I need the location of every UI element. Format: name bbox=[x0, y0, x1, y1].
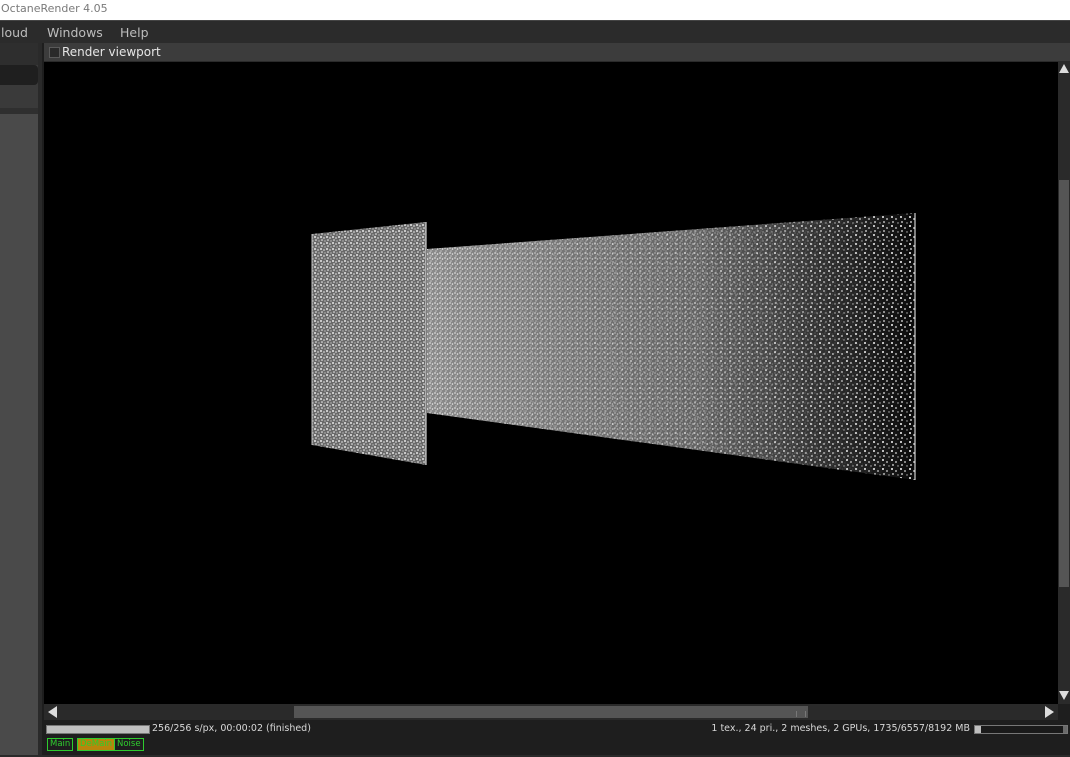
render-stats-text: 1 tex., 24 pri., 2 meshes, 2 GPUs, 1735/… bbox=[711, 723, 970, 734]
point-cloud-render bbox=[311, 213, 916, 480]
render-viewport[interactable] bbox=[44, 62, 1058, 704]
menu-windows[interactable]: Windows bbox=[47, 21, 103, 44]
viewport-title: Render viewport bbox=[62, 45, 161, 59]
scroll-right-icon[interactable] bbox=[1045, 706, 1054, 718]
memory-free-fill bbox=[1063, 726, 1067, 733]
render-progress-bar bbox=[46, 725, 150, 734]
scroll-down-icon[interactable] bbox=[1059, 691, 1069, 700]
memory-used-fill bbox=[975, 726, 981, 733]
panel-splitter[interactable] bbox=[38, 43, 42, 757]
pass-noise-button[interactable]: Noise bbox=[114, 738, 144, 751]
left-panel bbox=[0, 43, 42, 757]
viewport-enable-checkbox[interactable] bbox=[49, 47, 60, 58]
menu-help[interactable]: Help bbox=[120, 21, 149, 44]
pass-main-button[interactable]: Main bbox=[47, 738, 74, 751]
horizontal-scrollbar[interactable] bbox=[44, 704, 1058, 720]
scroll-up-icon[interactable] bbox=[1059, 64, 1069, 73]
grip-icon bbox=[796, 711, 806, 717]
horizontal-scroll-thumb[interactable] bbox=[294, 706, 808, 718]
window-title: OctaneRender 4.05 bbox=[0, 0, 1070, 20]
left-panel-header bbox=[0, 43, 40, 65]
left-panel-body bbox=[0, 114, 40, 757]
left-panel-button[interactable] bbox=[0, 65, 38, 85]
gpu-memory-bar bbox=[974, 725, 1068, 734]
vertical-scrollbar[interactable] bbox=[1058, 62, 1070, 704]
menu-cloud[interactable]: loud bbox=[1, 21, 28, 44]
left-point-plane bbox=[312, 222, 426, 465]
menubar: loud Windows Help bbox=[0, 20, 1070, 43]
render-progress-fill bbox=[47, 726, 149, 733]
render-status-text: 256/256 s/px, 00:00:02 (finished) bbox=[152, 723, 311, 734]
render-statusbar: 256/256 s/px, 00:00:02 (finished) 1 tex.… bbox=[44, 720, 1070, 757]
viewport-header: Render viewport bbox=[44, 43, 1070, 62]
scroll-left-icon[interactable] bbox=[48, 706, 57, 718]
pass-demain-button[interactable]: DeMain bbox=[77, 738, 116, 751]
right-point-plane-dense bbox=[427, 213, 915, 480]
vertical-scroll-thumb[interactable] bbox=[1059, 180, 1069, 587]
